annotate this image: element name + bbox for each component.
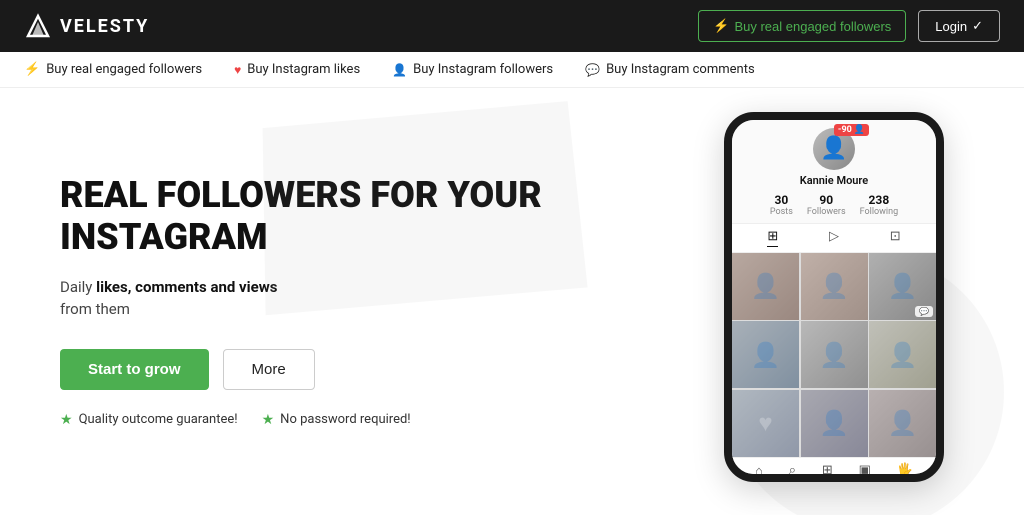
star-icon-1: ★ [60, 412, 73, 428]
nav-label-instagram-followers: Buy Instagram followers [413, 62, 553, 77]
add-nav-icon[interactable]: ⊞ [822, 463, 833, 478]
grid-cell-1: 👤 [732, 253, 799, 320]
person-icon: 👤 [392, 63, 407, 77]
grid-cell-2: 👤 [801, 253, 868, 320]
tag-tab-icon[interactable]: ⊡ [890, 229, 901, 247]
chat-icon: 💬 [585, 63, 600, 77]
person-silhouette-4: 👤 [732, 321, 799, 388]
grid-cell-7: ♥ [732, 390, 799, 457]
badge-quality-label: Quality outcome guarantee! [79, 412, 238, 427]
badge-no-password: ★ No password required! [262, 412, 411, 428]
cta-icon: ⚡ [713, 18, 729, 34]
hero-buttons: Start to grow More [60, 349, 684, 390]
hero-section: REAL FOLLOWERS FOR YOUR INSTAGRAM Daily … [60, 175, 724, 428]
posts-count: 30 [774, 193, 788, 207]
logo-text: VELESTY [60, 16, 149, 37]
nav-item-comments[interactable]: 💬 Buy Instagram comments [585, 62, 755, 77]
nav-item-followers[interactable]: ⚡ Buy real engaged followers [24, 62, 202, 77]
search-nav-icon[interactable]: ⌕ [789, 463, 796, 478]
grid-cell-6: 👤 [869, 321, 936, 388]
phone-username: Kannie Moure [800, 174, 868, 187]
video-tab-icon[interactable]: ▷ [829, 229, 839, 247]
grid-cell-5: 👤 [801, 321, 868, 388]
phone-stats: 30 Posts 90 Followers 238 Following [770, 193, 898, 217]
bolt-icon: ⚡ [24, 62, 40, 77]
more-button[interactable]: More [223, 349, 315, 390]
header-actions: ⚡ Buy real engaged followers Login ✓ [698, 10, 1000, 42]
nav-item-likes[interactable]: ♥ Buy Instagram likes [234, 62, 360, 77]
follower-badge-value: -90 [838, 125, 852, 135]
cta-label: Buy real engaged followers [734, 19, 891, 34]
logo: VELESTY [24, 12, 149, 40]
chat-bubble: 💬 [915, 306, 933, 317]
profile-nav-icon[interactable]: 🖐 [897, 463, 913, 478]
start-to-grow-button[interactable]: Start to grow [60, 349, 209, 390]
phone-stat-following: 238 Following [860, 193, 899, 217]
phone-tab-row: ⊞ ▷ ⊡ [732, 224, 936, 253]
nav-label-comments: Buy Instagram comments [606, 62, 755, 77]
person-silhouette-1: 👤 [732, 253, 799, 320]
person-silhouette-5: 👤 [801, 321, 868, 388]
person-silhouette-9: 👤 [869, 390, 936, 457]
logo-icon [24, 12, 52, 40]
grid-cell-4: 👤 [732, 321, 799, 388]
followers-label: Followers [807, 207, 846, 217]
avatar-person-icon: 👤 [820, 136, 847, 161]
posts-label: Posts [770, 207, 793, 217]
following-label: Following [860, 207, 899, 217]
follower-badge-person-icon: 👤 [854, 125, 865, 135]
person-silhouette-6: 👤 [869, 321, 936, 388]
phone-screen: 👤 -90 👤 Kannie Moure 30 Posts 90 F [724, 112, 944, 482]
checkmark-icon: ✓ [972, 18, 983, 34]
following-count: 238 [869, 193, 890, 207]
phone-mockup: 👤 -90 👤 Kannie Moure 30 Posts 90 F [724, 112, 964, 492]
phone-stat-posts: 30 Posts [770, 193, 793, 217]
hero-subtitle: Daily likes, comments and views from the… [60, 276, 684, 321]
person-silhouette-2: 👤 [801, 253, 868, 320]
grid-cell-9: 👤 [869, 390, 936, 457]
badge-no-password-label: No password required! [280, 412, 410, 427]
person-silhouette-7: ♥ [732, 390, 799, 457]
phone-avatar-wrap: 👤 -90 👤 [813, 128, 855, 170]
login-button[interactable]: Login ✓ [918, 10, 1000, 42]
reels-nav-icon[interactable]: ▣ [859, 463, 871, 478]
nav-label-likes: Buy Instagram likes [247, 62, 360, 77]
followers-count: 90 [819, 193, 833, 207]
phone-profile: 👤 -90 👤 Kannie Moure 30 Posts 90 F [732, 120, 936, 224]
home-nav-icon[interactable]: ⌂ [755, 463, 763, 479]
photo-grid: 👤 👤 👤 💬 👤 👤 👤 ♥ [732, 253, 936, 457]
nav-item-instagram-followers[interactable]: 👤 Buy Instagram followers [392, 62, 553, 77]
grid-cell-8: 👤 [801, 390, 868, 457]
hero-badges: ★ Quality outcome guarantee! ★ No passwo… [60, 412, 684, 428]
person-silhouette-8: 👤 [801, 390, 868, 457]
phone-stat-followers: 90 Followers [807, 193, 846, 217]
grid-cell-3: 👤 💬 [869, 253, 936, 320]
follower-badge: -90 👤 [834, 124, 869, 136]
nav-label-followers: Buy real engaged followers [46, 62, 202, 77]
main-content: REAL FOLLOWERS FOR YOUR INSTAGRAM Daily … [0, 88, 1024, 515]
login-label: Login [935, 19, 967, 34]
star-icon-2: ★ [262, 412, 275, 428]
phone-bottom-bar: ⌂ ⌕ ⊞ ▣ 🖐 [732, 457, 936, 482]
hero-title: REAL FOLLOWERS FOR YOUR INSTAGRAM [60, 175, 684, 258]
heart-icon: ♥ [234, 63, 241, 77]
grid-tab-icon[interactable]: ⊞ [767, 229, 778, 247]
badge-quality: ★ Quality outcome guarantee! [60, 412, 238, 428]
header: VELESTY ⚡ Buy real engaged followers Log… [0, 0, 1024, 52]
cta-button[interactable]: ⚡ Buy real engaged followers [698, 10, 906, 42]
navbar: ⚡ Buy real engaged followers ♥ Buy Insta… [0, 52, 1024, 88]
